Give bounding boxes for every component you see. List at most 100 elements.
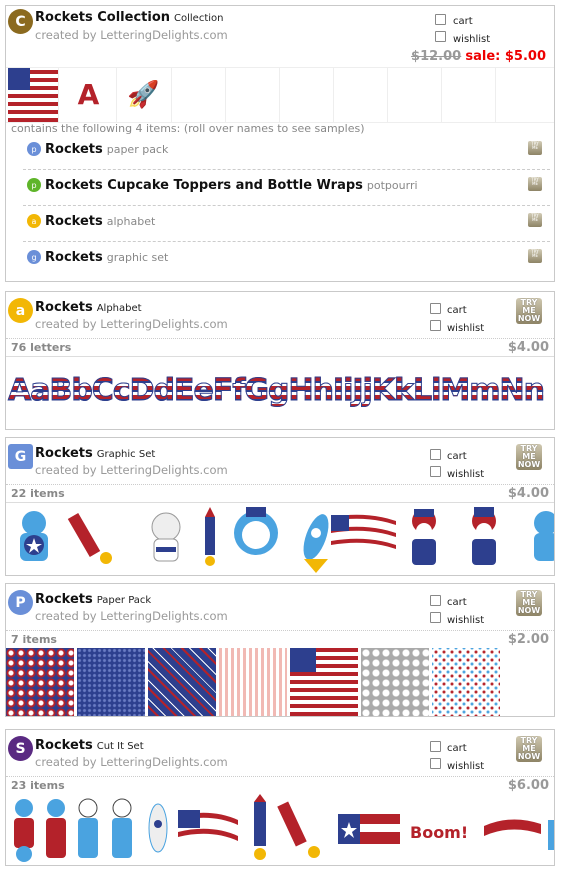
paper-preview[interactable] [6,648,554,716]
cart-checkbox[interactable] [430,449,441,460]
item-type: graphic set [106,251,169,264]
paper-swatch[interactable] [6,648,74,716]
collection-type: Collection [174,13,224,24]
firework-rocket-icon [205,507,215,566]
flag-icon [331,512,396,549]
wishlist-checkbox[interactable] [430,758,441,769]
product-card-alphabet: a Rockets Alphabet created by LetteringDe… [5,291,555,430]
list-item[interactable]: p Rockets paper pack TRY ME [23,133,550,170]
collection-card: C Rockets Collection Collection created b… [5,5,555,282]
wishlist-label: wishlist [447,615,485,626]
item-name[interactable]: Rockets Cupcake Toppers and Bottle Wraps [45,178,363,193]
paper-swatch[interactable] [148,648,216,716]
product-price: $2.00 [507,632,549,647]
try-me-now-button[interactable]: TRY ME NOW [516,444,542,470]
alphabet-preview-text: AaBbCcDdEeFfGgHhIiJjKkLlMmNn [8,373,546,409]
alphabet-icon: a [27,214,41,228]
product-name[interactable]: Rockets [35,738,93,753]
product-title[interactable]: Rockets Alphabet [35,300,142,315]
product-title[interactable]: Rockets Graphic Set [35,446,155,461]
rocket-icon [148,803,168,853]
thumb-empty [279,68,334,122]
rocket-icon [67,512,112,564]
boom-graphic: Boom! [410,823,468,842]
product-name[interactable]: Rockets [35,592,93,607]
try-me-icon[interactable]: TRY ME [528,249,542,263]
product-creator[interactable]: created by LetteringDelights.com [35,463,228,477]
thumb-empty [441,68,496,122]
item-type: alphabet [106,215,156,228]
cart-checkbox[interactable] [430,595,441,606]
collection-title[interactable]: Rockets Collection Collection [35,10,223,25]
old-price: $12.00 [411,49,462,64]
paper-swatch[interactable] [290,648,358,716]
monster-icon [14,799,34,862]
paper-swatch[interactable] [219,648,287,716]
paper-swatch[interactable] [432,648,500,716]
cart-label: cart [447,743,467,754]
clown-icon [412,509,436,565]
thumb-paper[interactable] [8,68,59,122]
cart-checkbox[interactable] [430,303,441,314]
product-name[interactable]: Rockets [35,446,93,461]
collection-creator[interactable]: created by LetteringDelights.com [35,28,228,42]
try-me-icon[interactable]: TRY ME [528,177,542,191]
thumb-letter[interactable]: A [61,68,117,122]
cut-it-preview[interactable]: Boom! [6,794,554,866]
try-me-icon[interactable]: TRY ME [528,141,542,155]
sale-price: sale: $5.00 [465,49,546,64]
graphic-preview-art [20,507,554,573]
item-name[interactable]: Rockets [45,142,103,157]
spaceship-icon [303,514,329,573]
try-me-now-button[interactable]: TRY ME NOW [516,298,542,324]
wishlist-checkbox[interactable] [430,320,441,331]
product-title[interactable]: Rockets Cut It Set [35,738,144,753]
monster-icon [534,511,554,561]
list-item[interactable]: a Rockets alphabet TRY ME [23,205,550,242]
product-price: $4.00 [507,340,549,355]
try-me-now-button[interactable]: TRY ME NOW [516,736,542,762]
item-name[interactable]: Rockets [45,214,103,229]
item-type: paper pack [106,143,169,156]
thumb-empty [171,68,226,122]
cart-checkbox[interactable] [435,14,446,25]
collection-name[interactable]: Rockets Collection [35,10,170,25]
wishlist-checkbox[interactable] [435,31,446,42]
paper-swatch[interactable] [77,648,145,716]
thumb-rocket[interactable]: 🚀 [116,68,172,122]
graphic-preview[interactable] [6,502,554,577]
paper-pack-logo-icon: P [8,590,33,615]
wishlist-label: wishlist [447,323,485,334]
list-item[interactable]: p Rockets Cupcake Toppers and Bottle Wra… [23,169,550,206]
wishlist-checkbox[interactable] [430,466,441,477]
wishlist-label: wishlist [447,761,485,772]
product-price: $4.00 [507,486,549,501]
try-me-now-button[interactable]: TRY ME NOW [516,590,542,616]
thumb-empty [387,68,442,122]
collection-header: C Rockets Collection Collection created b… [6,6,554,52]
product-type: Graphic Set [96,449,156,460]
collection-thumbnails: A 🚀 [6,67,554,123]
alphabet-preview[interactable]: AaBbCcDdEeFfGgHhIiJjKkLlMmNn [6,356,554,431]
cow-icon [78,798,98,858]
potpourri-icon: p [27,178,41,192]
try-me-icon[interactable]: TRY ME [528,213,542,227]
product-creator[interactable]: created by LetteringDelights.com [35,317,228,331]
paper-swatch[interactable] [361,648,429,716]
item-name[interactable]: Rockets [45,250,103,265]
product-name[interactable]: Rockets [35,300,93,315]
cart-checkbox[interactable] [430,741,441,752]
wishlist-label: wishlist [447,469,485,480]
count-row: 7 items $2.00 [6,630,554,649]
collection-price: $12.00 sale: $5.00 [411,49,546,64]
product-price: $6.00 [507,778,549,793]
product-creator[interactable]: created by LetteringDelights.com [35,755,228,769]
item-type: potpourri [366,179,418,192]
wishlist-checkbox[interactable] [430,612,441,623]
wishlist-label: wishlist [453,34,491,45]
product-title[interactable]: Rockets Paper Pack [35,592,151,607]
cart-label: cart [447,597,467,608]
product-creator[interactable]: created by LetteringDelights.com [35,609,228,623]
list-item[interactable]: g Rockets graphic set TRY ME [23,241,550,277]
thumb-empty [333,68,388,122]
